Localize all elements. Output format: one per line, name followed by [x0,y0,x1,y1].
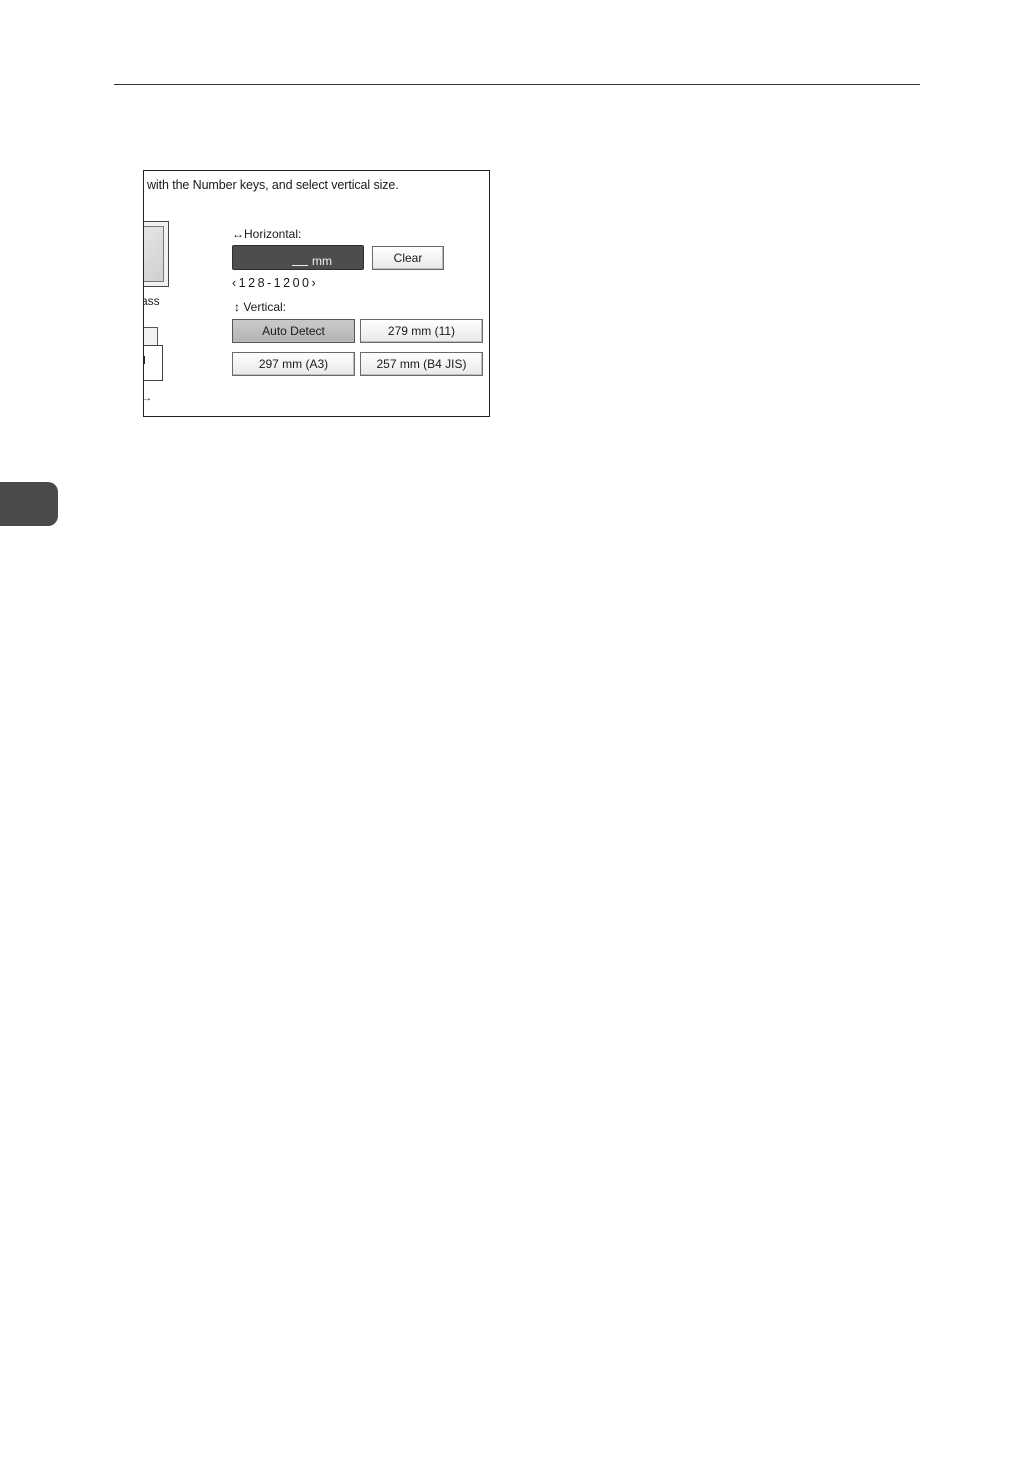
clear-button[interactable]: Clear [372,246,444,270]
auto-detect-button[interactable]: Auto Detect [232,319,355,343]
instruction-text: with the Number keys, and select vertica… [147,178,399,192]
horizontal-unit: mm [312,254,332,268]
arrow-right-icon: → [143,393,152,404]
header-rule [114,84,920,85]
original-sheet-icon [144,323,163,383]
illustration-label: ass [144,294,160,308]
sheet-mark [144,356,145,364]
chapter-tab [0,482,58,526]
glass-surface [144,226,164,282]
size-entry-panel: with the Number keys, and select vertica… [143,170,490,417]
horizontal-range: ‹128-1200› [232,276,319,290]
manual-page: with the Number keys, and select vertica… [0,0,1032,1458]
vertical-257mm-button[interactable]: 257 mm (B4 JIS) [360,352,483,376]
sheet-front [144,345,163,381]
input-cursor [292,265,308,266]
vertical-279mm-button[interactable]: 279 mm (11) [360,319,483,343]
exposure-glass-icon [144,221,169,287]
horizontal-label: ↔Horizontal: [232,227,302,241]
vertical-label: ↕ Vertical: [234,300,287,314]
horizontal-size-input[interactable]: mm [232,245,364,270]
vertical-297mm-button[interactable]: 297 mm (A3) [232,352,355,376]
